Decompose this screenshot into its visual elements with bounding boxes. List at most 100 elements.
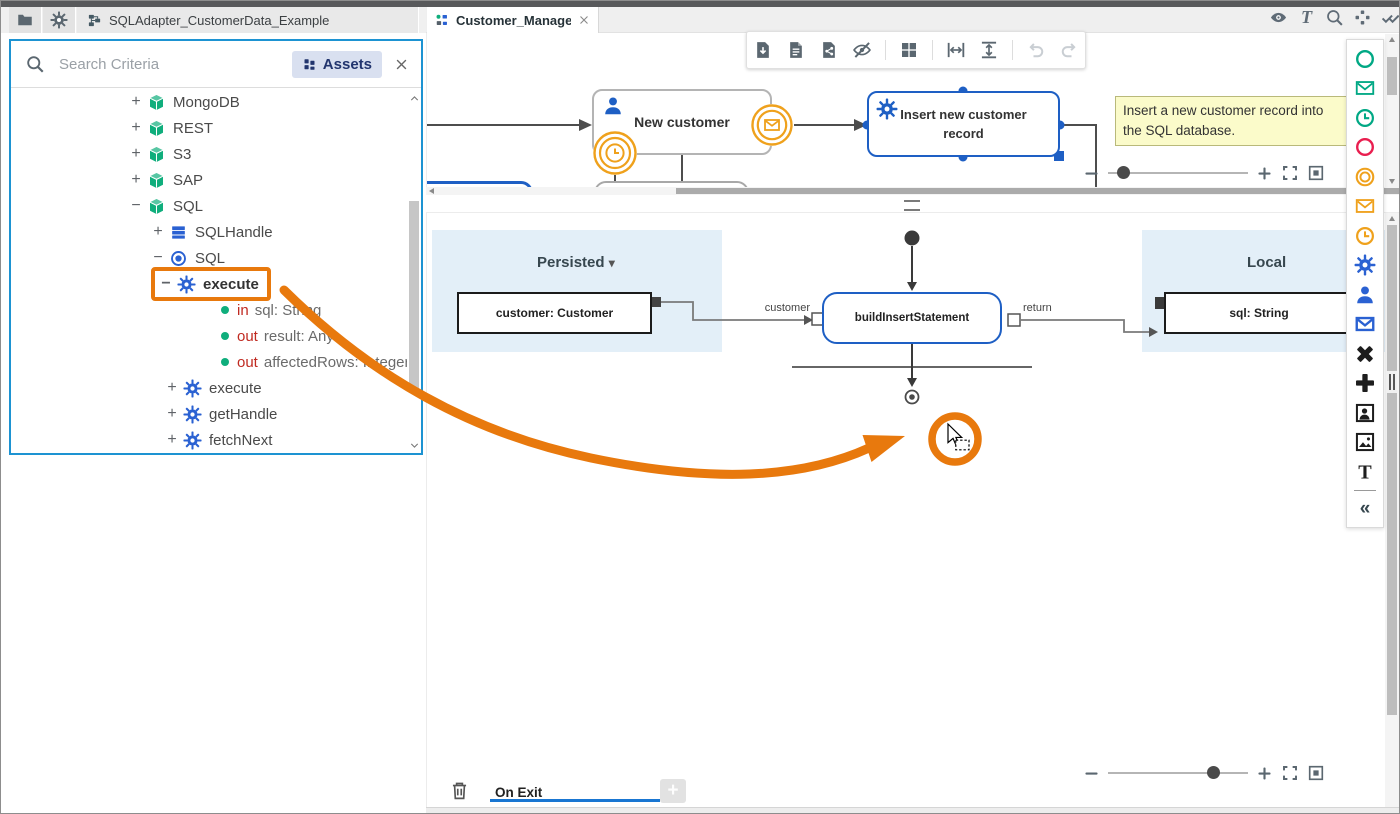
text-tool-icon[interactable]: T bbox=[1347, 457, 1383, 487]
message-boundary-event[interactable] bbox=[751, 104, 793, 146]
collapse-icon[interactable]: − bbox=[157, 275, 175, 293]
timer-boundary-event[interactable] bbox=[593, 131, 637, 175]
fit-screen-icon[interactable] bbox=[1281, 164, 1299, 182]
operation-diagram-pane[interactable]: Persisted ▾ Local customer return bbox=[426, 212, 1400, 808]
search-input[interactable] bbox=[57, 55, 292, 74]
node-customer-variable[interactable]: customer: Customer bbox=[457, 292, 652, 334]
expand-icon[interactable]: + bbox=[127, 119, 145, 137]
zoom-out-icon[interactable] bbox=[1083, 165, 1100, 182]
top-pane-vscrollbar[interactable] bbox=[1385, 34, 1399, 187]
overview-icon[interactable] bbox=[1307, 164, 1325, 182]
tree-item-SQL[interactable]: −SQL bbox=[11, 193, 421, 219]
end-event-icon[interactable] bbox=[1347, 133, 1383, 163]
tab-project[interactable]: SQLAdapter_CustomerData_Example bbox=[77, 7, 419, 33]
tree-item-REST[interactable]: +REST bbox=[11, 115, 421, 141]
tree-item-result: Any[interactable]: outresult: Any bbox=[11, 323, 421, 349]
fit-screen-icon[interactable] bbox=[1281, 764, 1299, 782]
expand-icon[interactable]: + bbox=[127, 93, 145, 111]
collapse-icon[interactable]: − bbox=[149, 249, 167, 267]
zoom-slider[interactable] bbox=[1108, 772, 1248, 774]
tab-files[interactable] bbox=[9, 7, 42, 33]
tab-on-exit[interactable]: On Exit bbox=[495, 785, 542, 800]
parallel-gateway-icon[interactable] bbox=[1347, 369, 1383, 399]
zoom-slider-knob[interactable] bbox=[1117, 166, 1130, 179]
zoom-in-icon[interactable] bbox=[1256, 765, 1273, 782]
scroll-up-icon[interactable] bbox=[1389, 37, 1395, 42]
node-insert-new-customer-record[interactable]: Insert new customer record bbox=[867, 91, 1060, 157]
file-download-icon[interactable] bbox=[753, 40, 773, 60]
vscrollbar-thumb[interactable] bbox=[1387, 225, 1397, 715]
scroll-down-icon[interactable] bbox=[1389, 179, 1395, 184]
zoom-slider-knob[interactable] bbox=[1207, 766, 1220, 779]
intermediate-event-icon[interactable] bbox=[1347, 162, 1383, 192]
tab-customer-management[interactable]: Customer_Managem… bbox=[427, 7, 599, 33]
hscrollbar-thumb[interactable] bbox=[676, 188, 1399, 194]
tab-settings[interactable] bbox=[43, 7, 76, 33]
tree-item-SAP[interactable]: +SAP bbox=[11, 167, 421, 193]
collapse-palette-icon[interactable]: « bbox=[1347, 494, 1383, 524]
zoom-in-icon[interactable] bbox=[1256, 165, 1273, 182]
expand-icon[interactable]: + bbox=[163, 405, 181, 423]
close-search-icon[interactable] bbox=[394, 57, 409, 72]
scroll-down-icon[interactable] bbox=[409, 440, 420, 451]
message-intermediate-event-icon[interactable] bbox=[1347, 192, 1383, 222]
tree-item-getHandle[interactable]: +getHandle bbox=[11, 401, 421, 427]
highlighted-tree-item[interactable]: −execute bbox=[151, 267, 271, 301]
zoom-out-icon[interactable] bbox=[1083, 765, 1100, 782]
bottom-pane-vscrollbar[interactable] bbox=[1385, 213, 1399, 807]
collapse-icon[interactable]: − bbox=[127, 197, 145, 215]
v-distribute-icon[interactable] bbox=[979, 40, 999, 60]
panel-resize-grip[interactable] bbox=[1387, 371, 1397, 393]
node-build-insert-statement[interactable]: buildInsertStatement bbox=[822, 292, 1002, 344]
file-text-icon[interactable] bbox=[786, 40, 806, 60]
tree-item-fetchNext[interactable]: +fetchNext bbox=[11, 427, 421, 453]
expand-icon[interactable]: + bbox=[163, 431, 181, 449]
overview-icon[interactable] bbox=[1307, 764, 1325, 782]
validate-icon[interactable] bbox=[1381, 8, 1400, 27]
grid-layout-icon[interactable] bbox=[899, 40, 919, 60]
tree-item-affectedRows: Integer[interactable]: outaffectedRows: Integer bbox=[11, 349, 421, 375]
user-task-icon[interactable] bbox=[1347, 280, 1383, 310]
scroll-left-icon[interactable] bbox=[429, 188, 434, 194]
tree-item-S3[interactable]: +S3 bbox=[11, 141, 421, 167]
timer-intermediate-event-icon[interactable] bbox=[1347, 221, 1383, 251]
h-distribute-icon[interactable] bbox=[946, 40, 966, 60]
message-task-icon[interactable] bbox=[1347, 310, 1383, 340]
service-task-icon[interactable] bbox=[1347, 251, 1383, 281]
start-event-icon[interactable] bbox=[1347, 44, 1383, 74]
redo-icon[interactable] bbox=[1059, 40, 1079, 60]
assets-filter-button[interactable]: Assets bbox=[292, 51, 382, 78]
tree-item-execute[interactable]: −execute bbox=[11, 271, 421, 297]
expand-icon[interactable]: + bbox=[163, 379, 181, 397]
tree-scrollbar-thumb[interactable] bbox=[409, 201, 419, 393]
tree-item-MongoDB[interactable]: +MongoDB bbox=[11, 89, 421, 115]
undo-icon[interactable] bbox=[1026, 40, 1046, 60]
timer-start-event-icon[interactable] bbox=[1347, 103, 1383, 133]
eye-slash-icon[interactable] bbox=[852, 40, 872, 60]
snap-icon[interactable] bbox=[1353, 8, 1372, 27]
top-pane-hscrollbar[interactable] bbox=[426, 187, 1400, 195]
search-icon[interactable] bbox=[1325, 8, 1344, 27]
pane-splitter[interactable] bbox=[426, 195, 1400, 212]
exclusive-gateway-icon[interactable] bbox=[1347, 339, 1383, 369]
tree-scrollbar[interactable] bbox=[407, 93, 421, 451]
expand-icon[interactable]: + bbox=[127, 171, 145, 189]
expand-icon[interactable]: + bbox=[149, 223, 167, 241]
trash-icon[interactable] bbox=[449, 780, 470, 801]
add-tab-button[interactable]: + bbox=[660, 779, 686, 803]
eye-icon[interactable] bbox=[1269, 8, 1288, 27]
scroll-up-icon[interactable] bbox=[1389, 216, 1395, 221]
text-style-icon[interactable]: T bbox=[1297, 8, 1316, 27]
tree-item-execute[interactable]: +execute bbox=[11, 375, 421, 401]
tree-item-SQLHandle[interactable]: +SQLHandle bbox=[11, 219, 421, 245]
scroll-up-icon[interactable] bbox=[409, 93, 420, 104]
vscrollbar-thumb[interactable] bbox=[1387, 57, 1397, 95]
annotation-note[interactable]: Insert a new customer record into the SQ… bbox=[1115, 96, 1353, 146]
zoom-slider[interactable] bbox=[1108, 172, 1248, 174]
file-share-icon[interactable] bbox=[819, 40, 839, 60]
expand-icon[interactable]: + bbox=[127, 145, 145, 163]
message-start-event-icon[interactable] bbox=[1347, 74, 1383, 104]
close-tab-icon[interactable] bbox=[578, 14, 590, 26]
node-sql-variable[interactable]: sql: String bbox=[1164, 292, 1354, 334]
participant-icon[interactable] bbox=[1347, 398, 1383, 428]
